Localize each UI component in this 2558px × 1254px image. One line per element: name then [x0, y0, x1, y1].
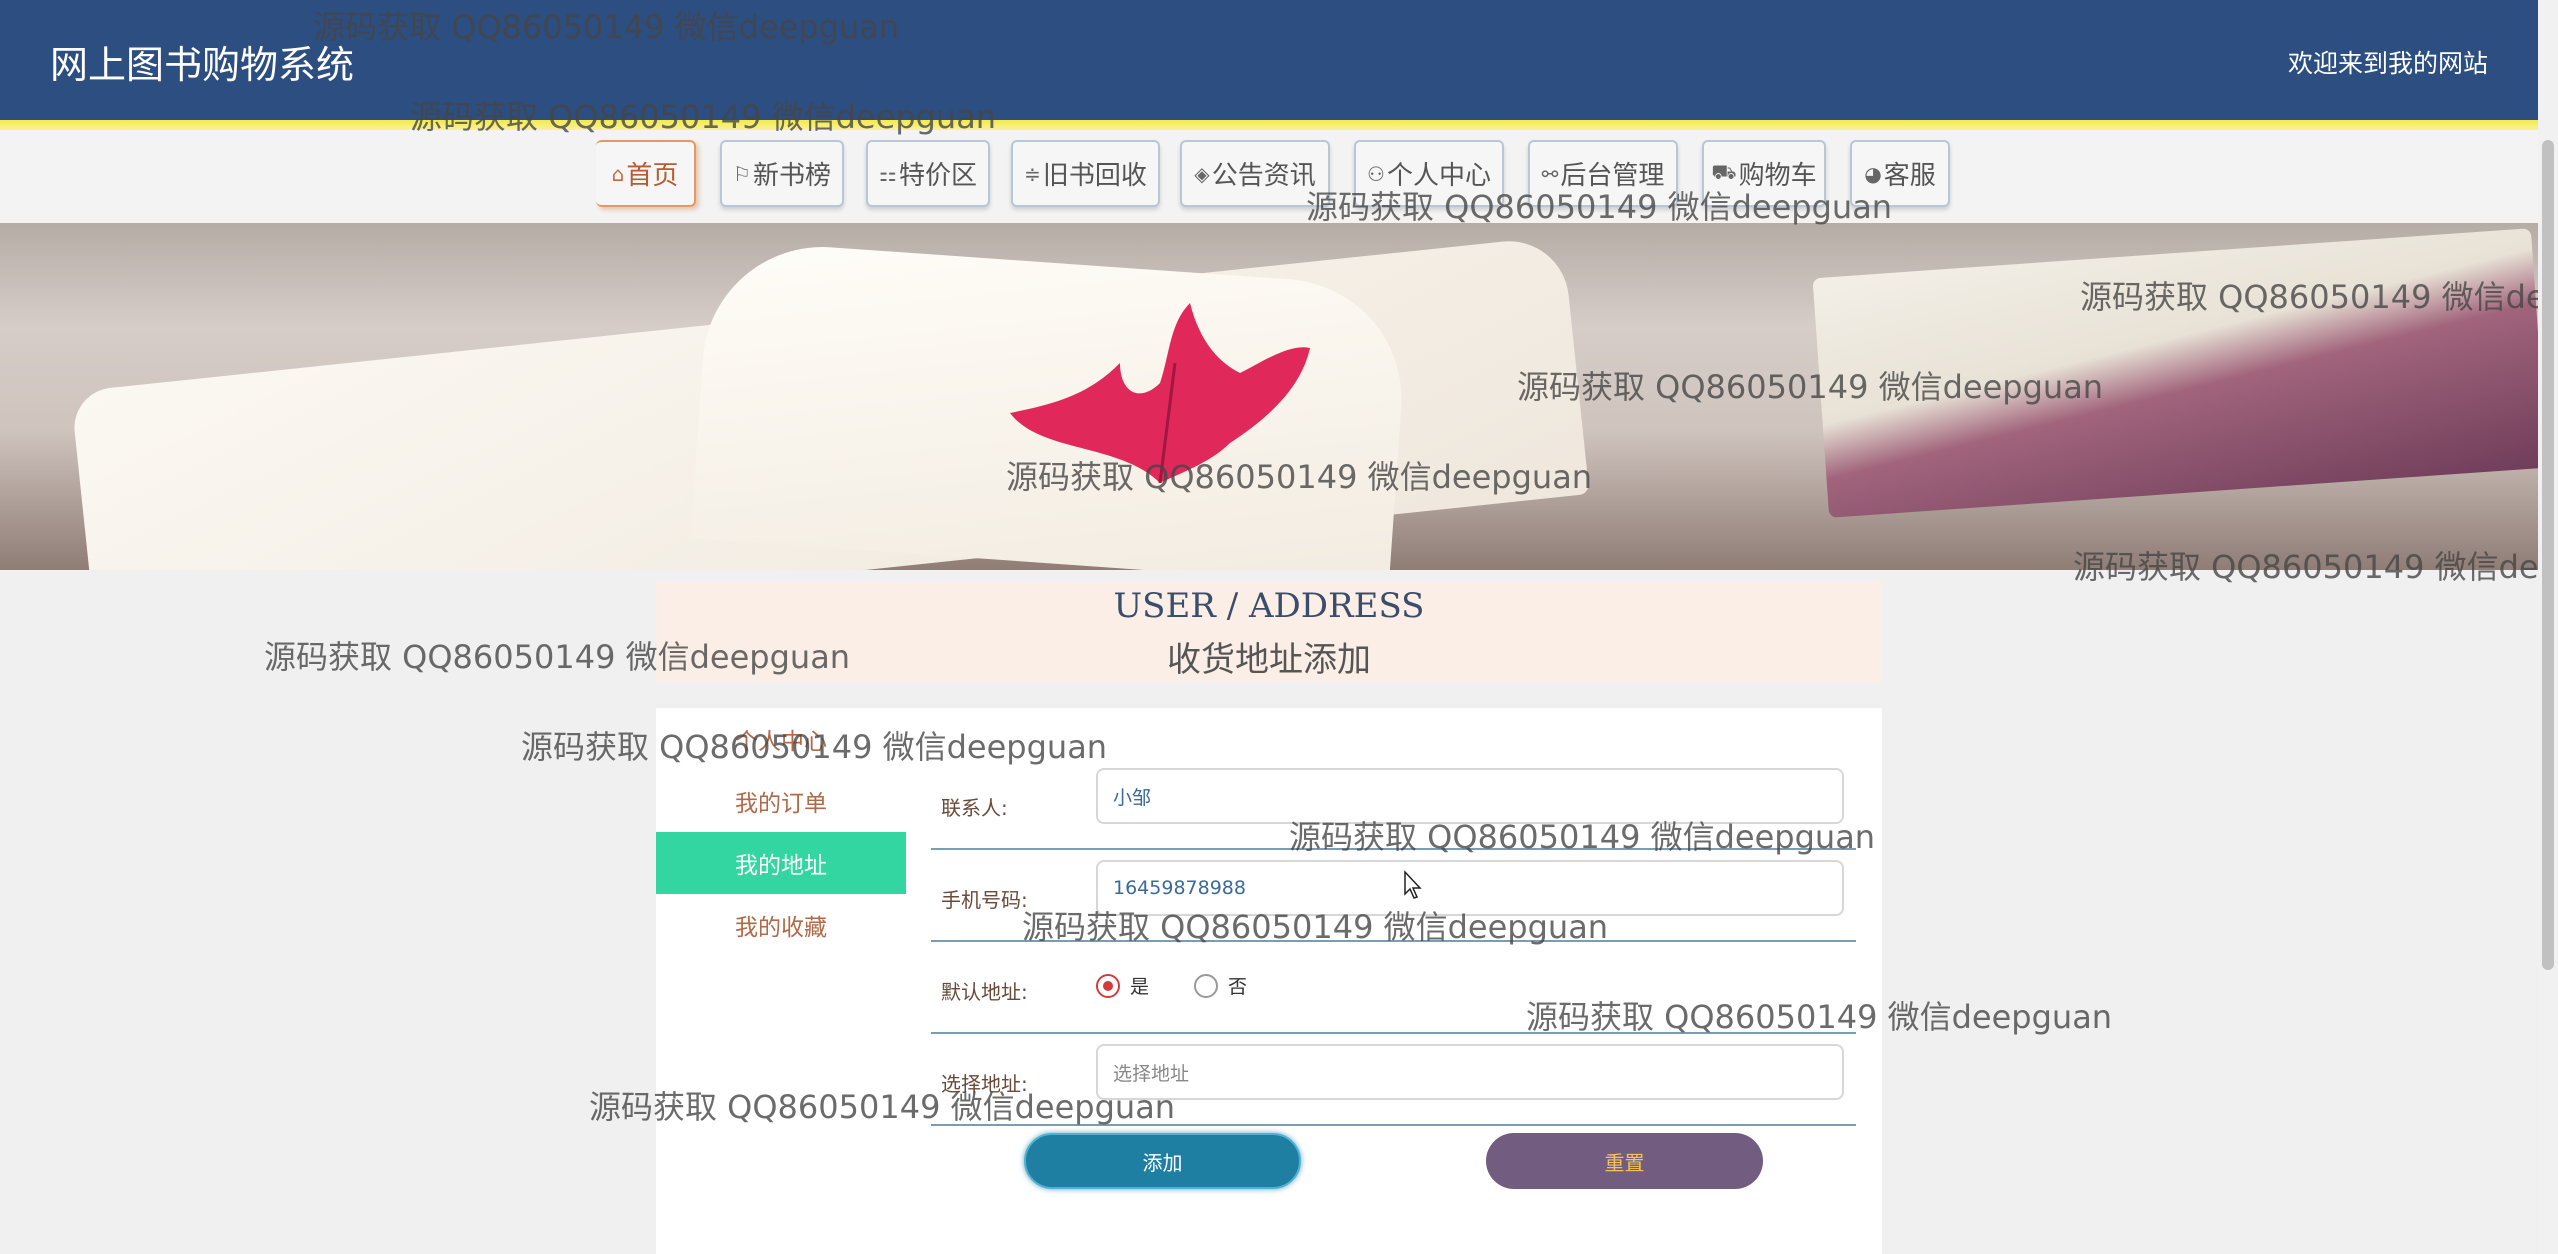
sliders-icon: ≑ — [1024, 161, 1041, 186]
phone-label: 手机号码: — [941, 888, 1028, 912]
default-address-radio-group: 是 否 — [1096, 972, 1292, 999]
nav-new-books[interactable]: ⚐ 新书榜 — [720, 140, 844, 207]
default-yes-radio[interactable] — [1096, 973, 1120, 998]
link-icon: ⚯ — [1541, 161, 1559, 186]
default-no-label[interactable]: 否 — [1228, 972, 1247, 999]
section-title-cn: 收货地址添加 — [1167, 640, 1371, 680]
nav-shopping-cart[interactable]: ⛟ 购物车 — [1702, 140, 1826, 207]
header-accent-stripe — [0, 120, 2538, 130]
mouse-cursor-icon — [1404, 870, 1422, 899]
contact-label: 联系人: — [941, 796, 1008, 820]
flag-icon: ⚐ — [733, 161, 751, 186]
side-item-my-orders[interactable]: 我的订单 — [656, 770, 906, 832]
side-menu: 个人中心 我的订单 我的地址 我的收藏 — [656, 708, 906, 956]
nav-label: 首页 — [626, 161, 679, 191]
default-yes-label[interactable]: 是 — [1130, 972, 1149, 999]
nav-label: 后台管理 — [1560, 161, 1665, 191]
page-scrollbar[interactable] — [2538, 0, 2558, 1254]
address-form: 联系人: 小邹 手机号码: 16459878988 默认地址: 是 否 选择地址… — [931, 758, 1856, 1126]
grid-icon: ⚏ — [879, 161, 897, 186]
side-item-personal-center[interactable]: 个人中心 — [656, 708, 906, 770]
section-title-en: USER / ADDRESS — [1113, 586, 1425, 626]
nav-admin[interactable]: ⚯ 后台管理 — [1528, 140, 1678, 207]
reset-button[interactable]: 重置 — [1486, 1133, 1763, 1189]
contact-row: 联系人: 小邹 — [931, 758, 1856, 850]
site-title[interactable]: 网上图书购物系统 — [50, 34, 354, 89]
address-form-panel: 个人中心 我的订单 我的地址 我的收藏 联系人: 小邹 手机号码: 164598… — [656, 708, 1882, 1254]
banner-book-stack — [1812, 228, 2538, 518]
nav-label: 公告资讯 — [1211, 161, 1316, 191]
side-item-my-address[interactable]: 我的地址 — [656, 832, 906, 894]
top-header: 网上图书购物系统 欢迎来到我的网站 — [0, 0, 2538, 120]
chat-icon: ◕ — [1864, 161, 1882, 186]
phone-input[interactable]: 16459878988 — [1096, 860, 1844, 916]
cart-icon: ⛟ — [1711, 160, 1737, 184]
layers-icon: ◈ — [1194, 161, 1210, 186]
scrollbar-thumb[interactable] — [2542, 140, 2554, 970]
address-label: 选择地址: — [941, 1072, 1028, 1096]
nav-label: 购物车 — [1738, 161, 1817, 191]
nav-special-offers[interactable]: ⚏ 特价区 — [866, 140, 990, 207]
nav-announcements[interactable]: ◈ 公告资讯 — [1180, 140, 1330, 207]
phone-row: 手机号码: 16459878988 — [931, 850, 1856, 942]
nav-used-book-recycling[interactable]: ≑ 旧书回收 — [1011, 140, 1160, 207]
welcome-text: 欢迎来到我的网站 — [2287, 49, 2488, 78]
nav-customer-service[interactable]: ◕ 客服 — [1850, 140, 1950, 207]
user-icon: ⚇ — [1367, 161, 1385, 186]
section-title-panel: USER / ADDRESS 收货地址添加 — [656, 582, 1882, 682]
nav-label: 旧书回收 — [1042, 161, 1147, 191]
default-address-label: 默认地址: — [941, 980, 1028, 1004]
banner-carousel[interactable] — [0, 223, 2538, 570]
nav-home[interactable]: ⌂ 首页 — [596, 140, 696, 207]
nav-personal-center[interactable]: ⚇ 个人中心 — [1354, 140, 1504, 207]
add-button[interactable]: 添加 — [1024, 1133, 1301, 1189]
nav-label: 个人中心 — [1386, 161, 1491, 191]
banner-leaf-image — [1010, 303, 1310, 484]
nav-label: 特价区 — [898, 161, 977, 191]
home-icon: ⌂ — [611, 161, 625, 186]
default-address-row: 默认地址: 是 否 — [931, 942, 1856, 1034]
address-select[interactable]: 选择地址 — [1096, 1044, 1844, 1100]
contact-input[interactable]: 小邹 — [1096, 768, 1844, 824]
nav-label: 客服 — [1883, 161, 1936, 191]
default-no-radio[interactable] — [1194, 973, 1219, 998]
side-item-my-favorites[interactable]: 我的收藏 — [656, 894, 906, 956]
nav-label: 新书榜 — [752, 161, 831, 191]
address-row: 选择地址: 选择地址 — [931, 1034, 1856, 1126]
